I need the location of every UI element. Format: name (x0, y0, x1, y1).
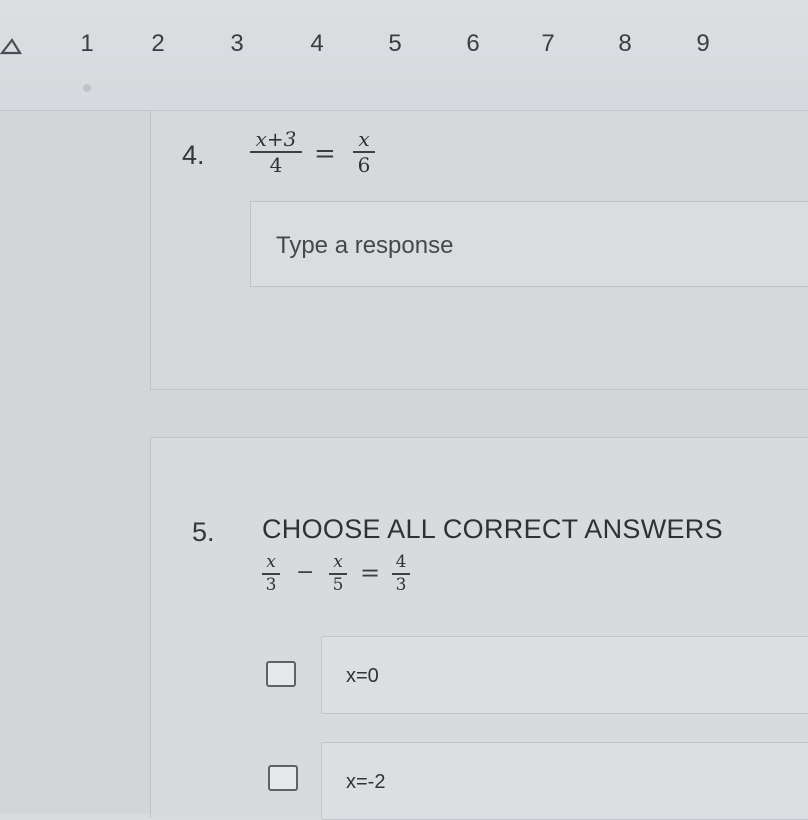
nav-question-1[interactable]: 1 (72, 30, 102, 58)
nav-question-2[interactable]: 2 (143, 30, 173, 58)
fraction-c: 4 3 (392, 553, 410, 595)
fraction-right: x 6 (353, 128, 375, 176)
option-1-checkbox[interactable] (266, 661, 296, 687)
nav-question-9[interactable]: 9 (688, 30, 718, 58)
fraction-left: x+3 4 (250, 128, 302, 176)
option-2-label: x=-2 (346, 771, 386, 793)
nav-question-7[interactable]: 7 (533, 30, 563, 58)
question-5-number: 5. (192, 517, 215, 547)
question-navigation-bar: 1 2 3 4 5 6 7 8 9 (0, 0, 808, 111)
nav-question-3[interactable]: 3 (222, 30, 252, 58)
equals-sign: = (314, 139, 336, 169)
option-1-box[interactable]: x=0 (321, 636, 808, 714)
option-1-label: x=0 (346, 665, 379, 687)
fraction-a: x 3 (262, 553, 280, 595)
response-placeholder: Type a response (276, 232, 454, 259)
nav-question-5[interactable]: 5 (380, 30, 410, 58)
minus-sign: − (296, 560, 315, 585)
answered-indicator-dot (83, 84, 91, 92)
nav-question-8[interactable]: 8 (610, 30, 640, 58)
option-2-box[interactable]: x=-2 (321, 742, 808, 820)
response-input[interactable]: Type a response (250, 201, 808, 287)
equals-sign: = (360, 559, 381, 587)
nav-question-4[interactable]: 4 (302, 30, 332, 58)
option-2-checkbox[interactable] (268, 765, 298, 791)
warning-triangle-icon[interactable] (0, 38, 22, 56)
question-5-instruction: CHOOSE ALL CORRECT ANSWERS (262, 514, 723, 544)
fraction-b: x 5 (329, 553, 347, 595)
nav-question-6[interactable]: 6 (458, 30, 488, 58)
question-4-number: 4. (182, 140, 205, 170)
